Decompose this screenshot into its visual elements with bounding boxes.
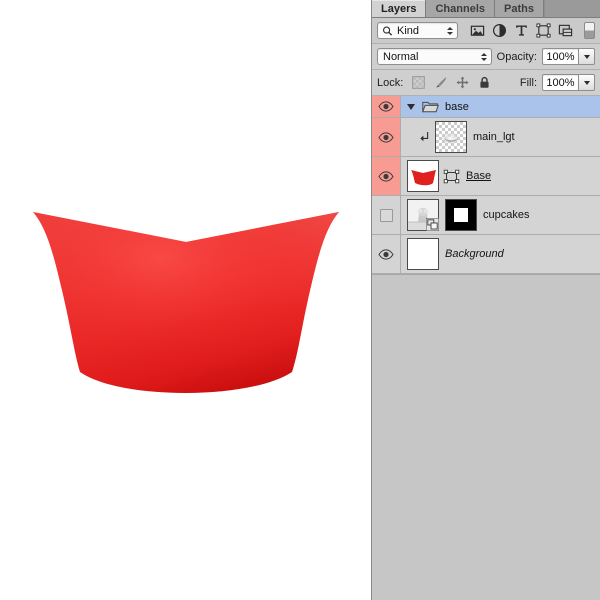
filter-kind-value: Kind xyxy=(397,25,419,37)
document-canvas[interactable] xyxy=(0,0,371,600)
folder-icon xyxy=(422,100,439,113)
fill-input[interactable]: 100% xyxy=(542,74,579,91)
smart-object-filter-icon[interactable] xyxy=(558,23,573,38)
eye-icon xyxy=(378,101,394,112)
layers-panel: Layers Channels Paths Kind xyxy=(371,0,600,600)
eye-icon xyxy=(378,249,394,260)
layer-name-cupcakes[interactable]: cupcakes xyxy=(483,209,529,221)
tab-layers[interactable]: Layers xyxy=(372,0,426,17)
type-layer-filter-icon[interactable] xyxy=(514,23,529,38)
layer-row-main-lgt[interactable]: main_lgt xyxy=(372,118,600,157)
vector-mask-icon[interactable] xyxy=(443,169,460,184)
lock-label: Lock: xyxy=(377,77,403,89)
lock-position-icon[interactable] xyxy=(456,76,469,89)
layer-row-background[interactable]: Background xyxy=(372,235,600,274)
layer-thumbnail-main-lgt[interactable] xyxy=(435,121,467,153)
tab-channels[interactable]: Channels xyxy=(426,0,495,17)
layer-visibility-toggle-base-shape[interactable] xyxy=(372,157,401,195)
tab-bar-filler xyxy=(544,0,600,17)
blend-mode-value: Normal xyxy=(383,51,418,63)
filter-icon-group xyxy=(470,23,573,38)
opacity-input[interactable]: 100% xyxy=(542,48,579,65)
opacity-dropdown-button[interactable] xyxy=(579,48,595,65)
layer-name-base-group[interactable]: base xyxy=(445,101,469,113)
layer-body-base-shape: Base xyxy=(401,157,600,195)
layer-list: base xyxy=(372,96,600,275)
lock-image-pixels-icon[interactable] xyxy=(434,76,447,89)
shape-layer-filter-icon[interactable] xyxy=(536,23,551,38)
opacity-label: Opacity: xyxy=(497,51,537,63)
clipping-mask-arrow-icon xyxy=(419,131,430,143)
layer-thumbnail-base-shape[interactable] xyxy=(407,160,439,192)
layer-body-main-lgt: main_lgt xyxy=(401,118,600,156)
blend-mode-stepper-arrows xyxy=(481,53,487,61)
layer-body-background: Background xyxy=(401,235,600,273)
lock-all-icon[interactable] xyxy=(478,76,491,89)
filter-kind-select[interactable]: Kind xyxy=(377,22,458,39)
layer-visibility-toggle-cupcakes[interactable] xyxy=(372,196,401,234)
lock-row: Lock: xyxy=(372,70,600,96)
wrapper-highlight xyxy=(33,212,339,393)
blend-mode-row: Normal Opacity: 100% xyxy=(372,44,600,70)
fill-label: Fill: xyxy=(520,77,537,89)
red-shape-thumbnail xyxy=(408,161,438,191)
panel-tab-bar: Layers Channels Paths xyxy=(372,0,600,18)
white-thumbnail xyxy=(408,239,438,269)
lock-transparent-pixels-icon[interactable] xyxy=(412,76,425,89)
layer-body-base-group: base xyxy=(401,96,600,117)
fill-control[interactable]: 100% xyxy=(542,74,595,91)
eye-icon xyxy=(378,132,394,143)
lock-icon-group xyxy=(412,76,491,89)
fill-dropdown-button[interactable] xyxy=(579,74,595,91)
layer-row-base-group[interactable]: base xyxy=(372,96,600,118)
application-window: Layers Channels Paths Kind xyxy=(0,0,600,600)
layer-visibility-toggle-background[interactable] xyxy=(372,235,401,273)
smart-object-badge-icon xyxy=(426,218,439,231)
layer-visibility-toggle-main-lgt[interactable] xyxy=(372,118,401,156)
tab-paths[interactable]: Paths xyxy=(495,0,544,17)
group-disclosure-triangle-icon[interactable] xyxy=(407,104,415,110)
transparent-glow-thumbnail xyxy=(436,122,466,152)
layer-thumbnail-background[interactable] xyxy=(407,238,439,270)
eye-icon xyxy=(378,171,394,182)
layer-row-base-shape[interactable]: Base xyxy=(372,157,600,196)
layer-row-cupcakes[interactable]: cupcakes xyxy=(372,196,600,235)
layer-filter-row: Kind xyxy=(372,18,600,44)
layer-mask-thumbnail-cupcakes[interactable] xyxy=(445,199,477,231)
layer-name-main-lgt[interactable]: main_lgt xyxy=(473,131,515,143)
tab-channels-label: Channels xyxy=(435,3,485,15)
filter-toggle-switch[interactable] xyxy=(584,22,595,39)
pixel-layer-filter-icon[interactable] xyxy=(470,23,485,38)
tab-layers-label: Layers xyxy=(381,3,416,15)
layer-thumbnail-cupcakes[interactable] xyxy=(407,199,439,231)
layer-visibility-toggle-base-group[interactable] xyxy=(372,96,401,117)
adjustment-layer-filter-icon[interactable] xyxy=(492,23,507,38)
layer-body-cupcakes: cupcakes xyxy=(401,196,600,234)
filter-kind-stepper-arrows xyxy=(447,27,453,35)
tab-paths-label: Paths xyxy=(504,3,534,15)
cupcake-wrapper-artwork xyxy=(0,0,371,600)
opacity-control[interactable]: 100% xyxy=(542,48,595,65)
blend-mode-select[interactable]: Normal xyxy=(377,48,492,65)
eye-off-icon xyxy=(380,209,393,222)
layer-name-background[interactable]: Background xyxy=(445,248,504,260)
layer-list-empty-area xyxy=(372,275,600,592)
layer-name-base-shape[interactable]: Base xyxy=(466,170,491,182)
layer-mask-white-area xyxy=(454,208,468,222)
magnifier-icon xyxy=(382,25,393,36)
